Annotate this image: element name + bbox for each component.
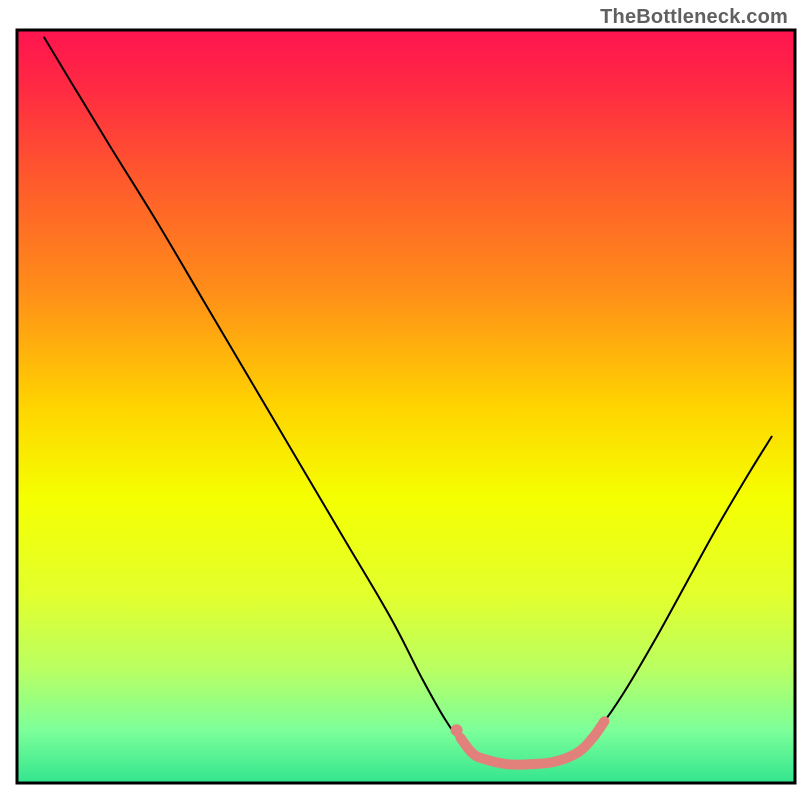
bottleneck-chart: [0, 0, 800, 800]
gradient-background: [17, 30, 795, 783]
marker-dot: [451, 724, 463, 736]
watermark-text: TheBottleneck.com: [600, 6, 788, 29]
chart-container: TheBottleneck.com: [0, 0, 800, 800]
